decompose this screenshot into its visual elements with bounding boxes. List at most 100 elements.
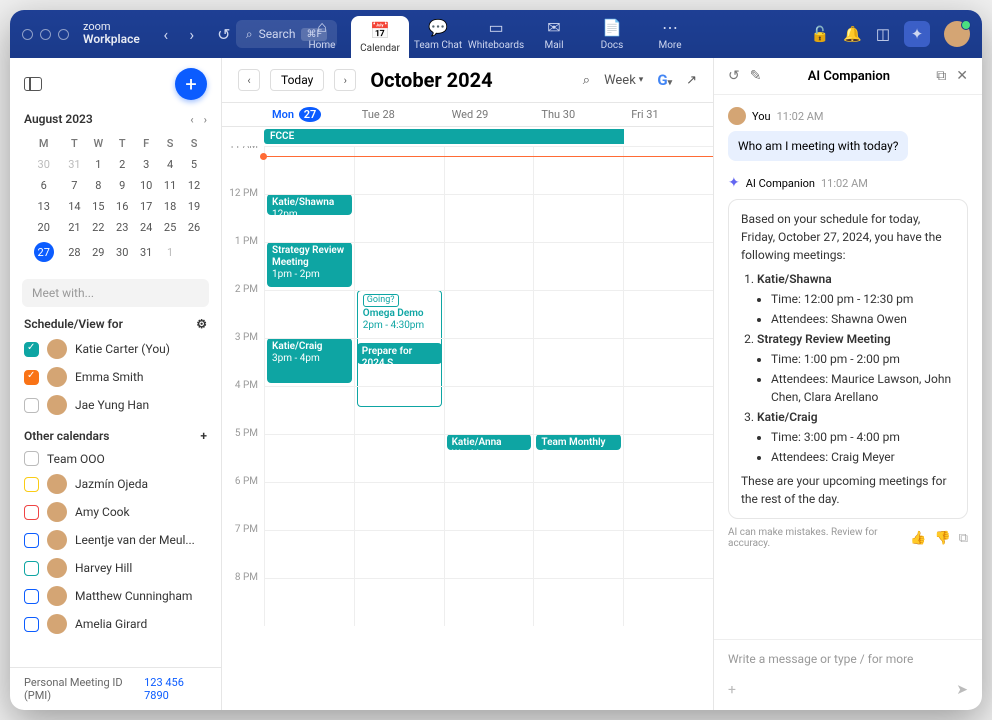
mini-next-icon[interactable]: › [204,113,207,126]
schedule-person[interactable]: Emma Smith [10,363,221,391]
allday-event[interactable]: FCCE [264,129,624,144]
new-event-button[interactable]: + [175,68,207,100]
calendar-event[interactable]: Katie/Craig3pm - 4pm [267,338,352,383]
day-header[interactable]: Mon 27 [264,103,354,126]
history-icon[interactable]: ↺ [212,22,236,46]
mini-cal-day[interactable]: 7 [63,176,85,195]
mini-cal-day[interactable]: 22 [87,218,109,237]
mini-cal-day[interactable]: 13 [26,197,61,216]
mini-cal-day[interactable]: 21 [63,218,85,237]
pmi-value[interactable]: 123 456 7890 [144,676,207,702]
ai-sparkle-icon[interactable]: ✦ [904,21,930,47]
mini-cal-day[interactable]: 31 [135,239,157,265]
mini-cal-day[interactable]: 30 [26,155,61,174]
other-calendar[interactable]: Harvey Hill [10,554,221,582]
window-controls[interactable] [22,29,69,40]
history-nav[interactable]: ‹› [154,22,204,46]
other-calendar[interactable]: Amelia Girard [10,610,221,638]
mini-cal-day[interactable]: 27 [26,239,61,265]
cal-next-button[interactable]: › [334,69,356,91]
view-selector[interactable]: Week ▾ [604,73,643,88]
calendar-event[interactable]: Team Monthly 5pm [536,434,621,450]
tab-more[interactable]: ⋯More [641,10,699,58]
other-calendar[interactable]: Jazmín Ojeda [10,470,221,498]
tab-docs[interactable]: 📄Docs [583,10,641,58]
mini-cal-day[interactable]: 4 [159,155,181,174]
mini-cal-day[interactable]: 2 [111,155,133,174]
open-external-icon[interactable]: ↗ [686,73,697,88]
tab-home[interactable]: ⌂Home [293,10,351,58]
calendar-event[interactable]: Katie/Shawna 12pm [267,194,352,215]
day-header[interactable]: Thu 30 [533,103,623,126]
today-button[interactable]: Today [270,69,324,91]
mini-cal-day[interactable]: 8 [87,176,109,195]
other-calendar[interactable]: Matthew Cunningham [10,582,221,610]
day-header[interactable]: Wed 29 [444,103,534,126]
calendar-event[interactable]: Katie/Anna Weekly [447,434,532,450]
thumbs-down-icon[interactable]: 👎 [935,531,951,546]
mini-cal-day[interactable]: 26 [183,218,205,237]
mini-cal-day[interactable]: 15 [87,197,109,216]
mini-cal-day[interactable]: 17 [135,197,157,216]
mini-cal-day[interactable]: 12 [183,176,205,195]
mini-cal-day[interactable]: 31 [63,155,85,174]
mini-cal-day[interactable]: 1 [159,239,181,265]
ai-input[interactable]: Write a message or type / for more + ➤ [714,639,982,710]
ai-send-icon[interactable]: ➤ [956,682,968,698]
other-calendar[interactable]: Amy Cook [10,498,221,526]
copy-icon[interactable]: ⧉ [959,531,968,546]
mini-cal-day[interactable]: 1 [87,155,109,174]
tab-team-chat[interactable]: 💬Team Chat [409,10,467,58]
mini-cal-day[interactable]: 18 [159,197,181,216]
mini-cal-day[interactable]: 19 [183,197,205,216]
other-calendar[interactable]: Leentje van der Meul... [10,526,221,554]
ai-popout-icon[interactable]: ⧉ [936,68,946,84]
mini-cal-day[interactable]: 20 [26,218,61,237]
schedule-person[interactable]: Jae Yung Han [10,391,221,419]
meet-with-input[interactable]: Meet with... [22,279,209,307]
panel-right-icon[interactable]: ◫ [876,25,890,43]
mini-cal-day[interactable] [183,239,205,265]
calendar-grid[interactable]: 11 AM12 PM1 PM2 PM3 PM4 PM5 PM6 PM7 PM8 … [222,146,713,710]
google-icon[interactable]: G▾ [657,71,672,89]
schedule-person[interactable]: Katie Carter (You) [10,335,221,363]
mini-cal-day[interactable]: 11 [159,176,181,195]
cal-prev-button[interactable]: ‹ [238,69,260,91]
ai-history-icon[interactable]: ↺ [728,68,740,84]
mini-cal-day[interactable]: 5 [183,155,205,174]
user-avatar-small [728,107,746,125]
add-calendar-icon[interactable]: + [200,429,207,443]
ai-compose-icon[interactable]: ✎ [750,68,762,84]
calendar-event[interactable]: Strategy Review Meeting1pm - 2pm [267,242,352,287]
ai-close-icon[interactable]: ✕ [956,68,968,84]
mini-cal-day[interactable]: 3 [135,155,157,174]
mini-cal-day[interactable]: 24 [135,218,157,237]
ai-spark-icon: ✦ [728,175,740,191]
mini-cal-day[interactable]: 14 [63,197,85,216]
mini-cal-day[interactable]: 6 [26,176,61,195]
mini-cal-day[interactable]: 10 [135,176,157,195]
tab-mail[interactable]: ✉Mail [525,10,583,58]
other-calendar[interactable]: Team OOO [10,447,221,470]
mini-cal-day[interactable]: 28 [63,239,85,265]
tab-whiteboards[interactable]: ▭Whiteboards [467,10,525,58]
mini-cal-day[interactable]: 29 [87,239,109,265]
lock-icon[interactable]: 🔓 [810,25,829,43]
mini-prev-icon[interactable]: ‹ [190,113,193,126]
thumbs-up-icon[interactable]: 👍 [910,531,926,546]
mini-cal-day[interactable]: 9 [111,176,133,195]
gear-icon[interactable]: ⚙ [196,317,207,331]
mini-cal-day[interactable]: 30 [111,239,133,265]
cal-search-icon[interactable]: ⌕ [583,73,590,88]
panel-toggle-icon[interactable] [24,77,42,91]
bell-icon[interactable]: 🔔 [843,25,862,43]
day-header[interactable]: Tue 28 [354,103,444,126]
mini-cal-day[interactable]: 16 [111,197,133,216]
ai-attach-icon[interactable]: + [728,682,736,698]
user-avatar[interactable] [944,21,970,47]
mini-cal-day[interactable]: 23 [111,218,133,237]
tab-calendar[interactable]: 📅Calendar [351,16,409,58]
day-header[interactable]: Fri 31 [623,103,713,126]
calendar-event[interactable]: Prepare for 2024 S [357,343,442,364]
mini-cal-day[interactable]: 25 [159,218,181,237]
